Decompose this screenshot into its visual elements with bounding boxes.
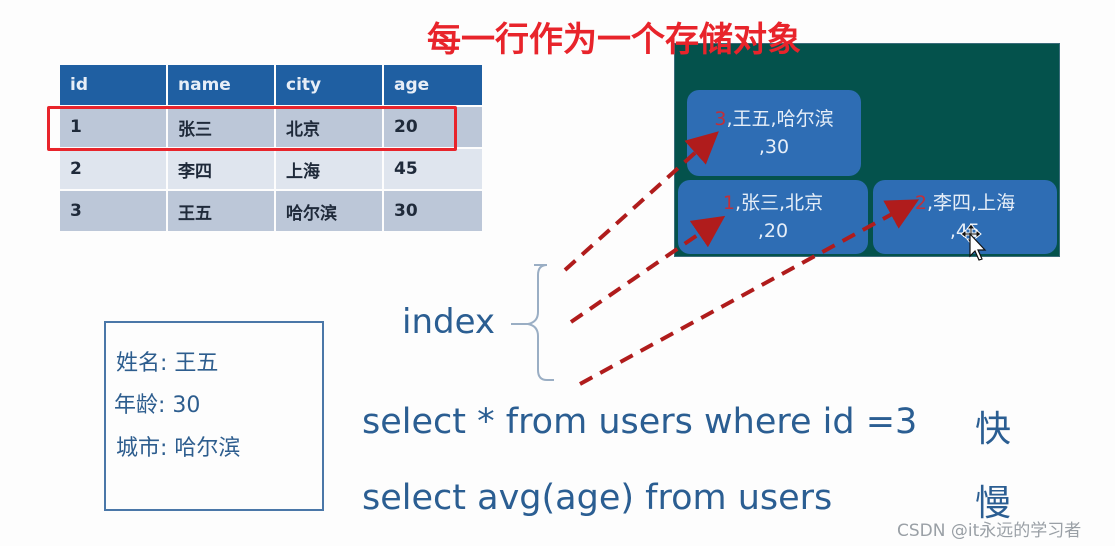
storage-object-line2: ,45 — [949, 220, 981, 242]
storage-object: 3,王五,哈尔滨 ,30 — [687, 90, 861, 176]
record-city: 城市: 哈尔滨 — [116, 436, 241, 461]
cell-city: 哈尔滨 — [276, 191, 382, 231]
storage-object-id: 1 — [722, 192, 735, 214]
record-name: 姓名: 王五 — [116, 351, 219, 376]
storage-object-line2: ,20 — [757, 220, 789, 242]
storage-object-line1: 1,张三,北京 — [723, 189, 823, 217]
storage-object-line2: ,30 — [758, 136, 790, 158]
cell-name: 李四 — [168, 149, 274, 189]
storage-object-values: ,张三,北京 — [735, 192, 824, 214]
cell-name: 王五 — [168, 191, 274, 231]
cell-age: 30 — [384, 191, 482, 231]
index-brace — [511, 264, 554, 381]
column-header-age: age — [384, 65, 482, 105]
column-header-name: name — [168, 65, 274, 105]
cell-id: 2 — [60, 149, 166, 189]
slide-title: 每一行作为一个存储对象 — [427, 20, 801, 60]
table-row: 3 王五 哈尔滨 30 — [60, 191, 482, 231]
speed-fast-label: 快 — [975, 409, 1012, 450]
column-header-city: city — [276, 65, 382, 105]
watermark: CSDN @it永远的学习者 — [897, 521, 1082, 541]
cell-id: 3 — [60, 191, 166, 231]
storage-object-line1: 2,李四,上海 — [915, 189, 1015, 217]
query-by-id: select * from users where id =3 — [362, 402, 918, 442]
storage-object: 1,张三,北京 ,20 — [678, 180, 868, 254]
row-highlight-box — [47, 106, 457, 151]
query-avg-age: select avg(age) from users — [362, 478, 833, 518]
storage-object-id: 2 — [914, 192, 927, 214]
storage-panel: 3,王五,哈尔滨 ,30 1,张三,北京 ,20 2,李四,上海 ,45 — [674, 43, 1060, 257]
column-header-id: id — [60, 65, 166, 105]
table-row: 2 李四 上海 45 — [60, 149, 482, 189]
storage-object-values: ,李四,上海 — [927, 192, 1016, 214]
index-label: index — [402, 302, 496, 342]
record-card: 姓名: 王五 年龄: 30 城市: 哈尔滨 — [104, 321, 324, 511]
storage-object-values: ,王五,哈尔滨 — [726, 108, 834, 130]
storage-object: 2,李四,上海 ,45 — [873, 180, 1057, 254]
storage-object-id: 3 — [714, 108, 727, 130]
cell-age: 45 — [384, 149, 482, 189]
record-age: 年龄: 30 — [114, 393, 201, 418]
storage-object-line1: 3,王五,哈尔滨 — [714, 105, 833, 133]
cell-city: 上海 — [276, 149, 382, 189]
table-header-row: id name city age — [60, 65, 482, 105]
